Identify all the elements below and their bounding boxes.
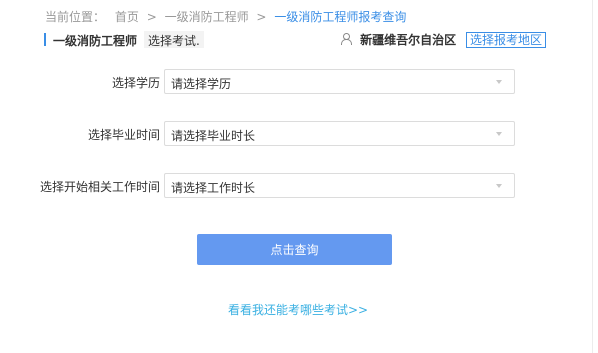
education-select-value: 请选择学历 [171,77,232,91]
chevron-down-icon [496,184,502,188]
work-label: 选择开始相关工作时间 [39,180,160,194]
person-icon [341,33,353,45]
graduation-select-value: 请选择毕业时长 [171,129,256,143]
more-exams-link[interactable]: 看看我还能考哪些考试>> [228,301,368,318]
work-row: 选择开始相关工作时间 请选择工作时长 [0,173,598,199]
breadcrumb-current: 一级消防工程师报考查询 [274,10,407,24]
region-name: 新疆维吾尔自治区 [360,33,457,47]
work-select[interactable]: 请选择工作时长 [164,173,515,198]
education-row: 选择学历 请选择学历 [0,69,598,95]
query-button[interactable]: 点击查询 [197,234,392,265]
change-exam-button[interactable]: 选择考试. [144,31,204,48]
exam-title: 一级消防工程师 [53,34,138,48]
select-region-button[interactable]: 选择报考地区 [465,32,546,48]
graduation-row: 选择毕业时间 请选择毕业时长 [0,121,598,147]
graduation-label: 选择毕业时间 [87,128,160,142]
work-select-value: 请选择工作时长 [171,181,256,195]
breadcrumb-separator: > [146,10,157,24]
breadcrumb-category-link[interactable]: 一级消防工程师 [165,8,249,25]
education-label: 选择学历 [111,76,160,90]
chevron-down-icon [496,80,502,84]
region-selector: 新疆维吾尔自治区 选择报考地区 [341,31,546,49]
graduation-select[interactable]: 请选择毕业时长 [164,121,515,146]
divider [592,0,593,353]
chevron-down-icon [496,132,502,136]
education-select[interactable]: 请选择学历 [164,69,515,94]
breadcrumb-separator: > [256,10,267,24]
breadcrumb-prefix: 当前位置： [45,10,106,24]
breadcrumb: 当前位置： 首页 > 一级消防工程师 > 一级消防工程师报考查询 [45,8,406,24]
title-accent-bar [44,33,46,46]
breadcrumb-home-link[interactable]: 首页 [115,8,139,25]
exam-bar: 一级消防工程师 选择考试. 新疆维吾尔自治区 选择报考地区 [44,31,546,49]
